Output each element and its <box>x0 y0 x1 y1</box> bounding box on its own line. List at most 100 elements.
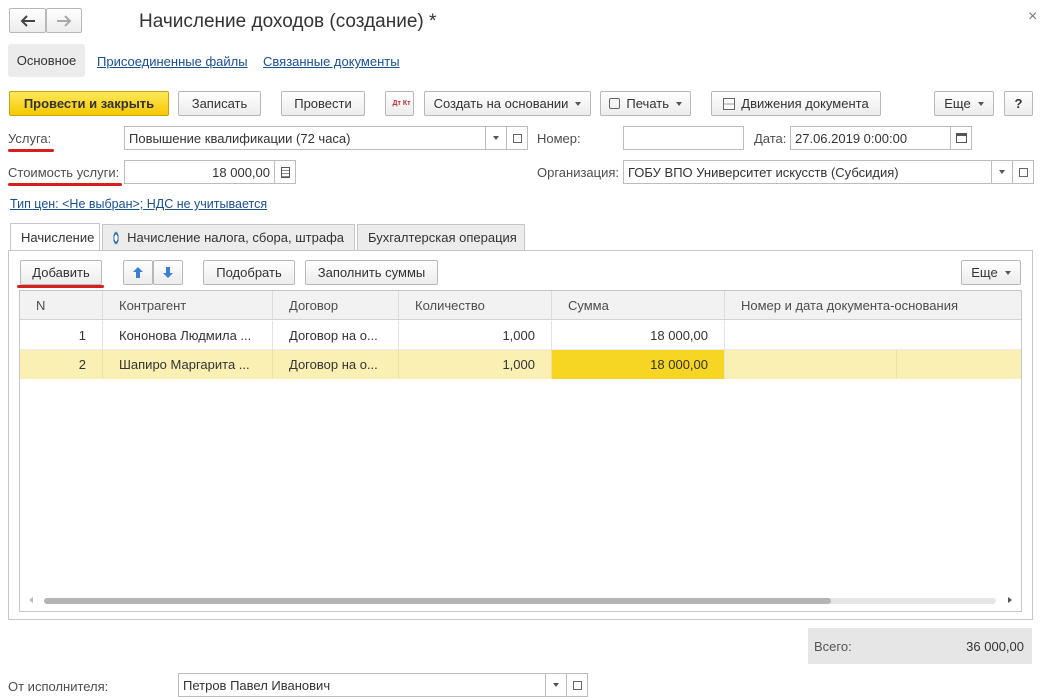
chevron-down-icon <box>553 683 559 687</box>
cell-contract: Договор на о... <box>273 321 399 350</box>
close-icon[interactable]: × <box>1028 8 1037 26</box>
back-button[interactable] <box>9 8 46 33</box>
calculator-icon <box>280 166 290 178</box>
create-based-label: Создать на основании <box>433 96 569 111</box>
tab-accrual[interactable]: Начисление <box>10 223 100 250</box>
tax-icon <box>113 230 120 245</box>
cost-label: Стоимость услуги: <box>8 165 120 180</box>
org-dropdown-button[interactable] <box>991 160 1013 184</box>
column-header-n[interactable]: N <box>20 291 103 319</box>
tab-tax-accrual-label: Начисление налога, сбора, штрафа <box>127 230 344 245</box>
arrow-right-icon <box>57 14 72 27</box>
cost-field[interactable]: 18 000,00 <box>124 160 275 184</box>
cell-sum-active[interactable]: 18 000,00 <box>552 350 725 379</box>
cell-n: 1 <box>20 321 103 350</box>
table-more-label: Еще <box>971 265 998 280</box>
horizontal-scrollbar[interactable] <box>44 598 996 604</box>
number-field[interactable] <box>623 126 744 150</box>
pick-button[interactable]: Подобрать <box>203 260 295 285</box>
calendar-icon <box>955 133 967 143</box>
help-button[interactable]: ? <box>1004 91 1033 116</box>
table-row[interactable]: 1 Кононова Людмила ... Договор на о... 1… <box>20 321 1021 350</box>
executor-field[interactable]: Петров Павел Иванович <box>178 673 546 697</box>
arrow-up-icon <box>133 267 143 278</box>
forward-button[interactable] <box>46 8 82 33</box>
annotation-underline <box>17 285 104 288</box>
org-open-button[interactable] <box>1012 160 1034 184</box>
column-header-sum[interactable]: Сумма <box>552 291 725 319</box>
chevron-down-icon <box>493 136 499 140</box>
add-button[interactable]: Добавить <box>20 260 102 285</box>
service-label: Услуга: <box>8 131 52 146</box>
post-button[interactable]: Провести <box>281 91 365 116</box>
service-open-button[interactable] <box>506 126 528 150</box>
create-based-button[interactable]: Создать на основании <box>424 91 591 116</box>
cell-quantity: 1,000 <box>399 350 552 379</box>
cell-quantity: 1,000 <box>399 321 552 350</box>
column-header-contract[interactable]: Договор <box>273 291 399 319</box>
dt-kt-button[interactable]: Дт Кт <box>385 91 414 116</box>
post-and-close-button[interactable]: Провести и закрыть <box>9 91 169 116</box>
cell-counterparty: Шапиро Маргарита ... <box>103 350 273 379</box>
annotation-underline <box>8 183 122 186</box>
org-field[interactable]: ГОБУ ВПО Университет искусств (Субсидия) <box>623 160 992 184</box>
executor-label: От исполнителя: <box>8 679 109 694</box>
cell-sum: 18 000,00 <box>552 321 725 350</box>
chevron-down-icon <box>977 101 984 106</box>
tab-accounting-operation[interactable]: Бухгалтерская операция <box>357 224 525 250</box>
nav-tab-files[interactable]: Присоединенные файлы <box>97 54 248 69</box>
print-button[interactable]: Печать <box>600 91 691 116</box>
arrow-down-icon <box>163 267 173 278</box>
chevron-down-icon <box>676 101 682 106</box>
more-label: Еще <box>944 96 971 111</box>
scroll-left-icon[interactable] <box>29 597 33 603</box>
nav-tab-main[interactable]: Основное <box>8 44 85 77</box>
save-button[interactable]: Записать <box>178 91 261 116</box>
totals-box: Всего: 36 000,00 <box>808 628 1032 664</box>
cell-contract: Договор на о... <box>273 350 399 379</box>
org-label: Организация: <box>537 165 620 180</box>
more-button[interactable]: Еще <box>934 91 994 116</box>
calendar-button[interactable] <box>950 126 972 150</box>
number-label: Номер: <box>537 131 581 146</box>
fill-sums-button[interactable]: Заполнить суммы <box>305 260 438 285</box>
service-field[interactable]: Повышение квалификации (72 часа) <box>124 126 486 150</box>
open-icon <box>1018 167 1028 177</box>
printer-icon <box>609 98 621 109</box>
cell-doc <box>725 350 897 379</box>
cell-counterparty: Кононова Людмила ... <box>103 321 273 350</box>
chevron-down-icon <box>575 101 582 106</box>
service-dropdown-button[interactable] <box>485 126 507 150</box>
executor-open-button[interactable] <box>566 673 588 697</box>
movements-label: Движения документа <box>741 96 869 111</box>
table-header: N Контрагент Договор Количество Сумма Но… <box>20 291 1021 320</box>
move-up-button[interactable] <box>123 260 153 285</box>
open-icon <box>512 133 522 143</box>
move-down-button[interactable] <box>153 260 183 285</box>
print-label: Печать <box>626 96 669 111</box>
table-more-button[interactable]: Еще <box>961 260 1021 285</box>
cell-doc <box>725 321 1021 350</box>
accrual-table: N Контрагент Договор Количество Сумма Но… <box>19 290 1022 612</box>
table-row-selected[interactable]: 2 Шапиро Маргарита ... Договор на о... 1… <box>20 350 1021 379</box>
scrollbar-thumb[interactable] <box>44 598 831 604</box>
column-header-doc[interactable]: Номер и дата документа-основания <box>725 291 1021 319</box>
scroll-right-icon[interactable] <box>1008 597 1012 603</box>
column-header-counterparty[interactable]: Контрагент <box>103 291 273 319</box>
tab-tax-accrual[interactable]: Начисление налога, сбора, штрафа <box>102 224 355 250</box>
nav-tab-related[interactable]: Связанные документы <box>263 54 400 69</box>
cell-n: 2 <box>20 350 103 379</box>
chevron-down-icon <box>999 170 1005 174</box>
dt-kt-icon: Дт Кт <box>392 99 411 107</box>
executor-dropdown-button[interactable] <box>545 673 567 697</box>
totals-value: 36 000,00 <box>966 639 1024 654</box>
calculator-button[interactable] <box>274 160 296 184</box>
date-field[interactable]: 27.06.2019 0:00:00 <box>790 126 951 150</box>
column-header-quantity[interactable]: Количество <box>399 291 552 319</box>
price-type-link[interactable]: Тип цен: <Не выбран>; НДС не учитывается <box>10 197 267 211</box>
document-movements-button[interactable]: Движения документа <box>711 91 881 116</box>
date-label: Дата: <box>754 131 787 146</box>
totals-label: Всего: <box>814 639 852 654</box>
page-title: Начисление доходов (создание) * <box>139 11 437 32</box>
open-icon <box>572 680 582 690</box>
